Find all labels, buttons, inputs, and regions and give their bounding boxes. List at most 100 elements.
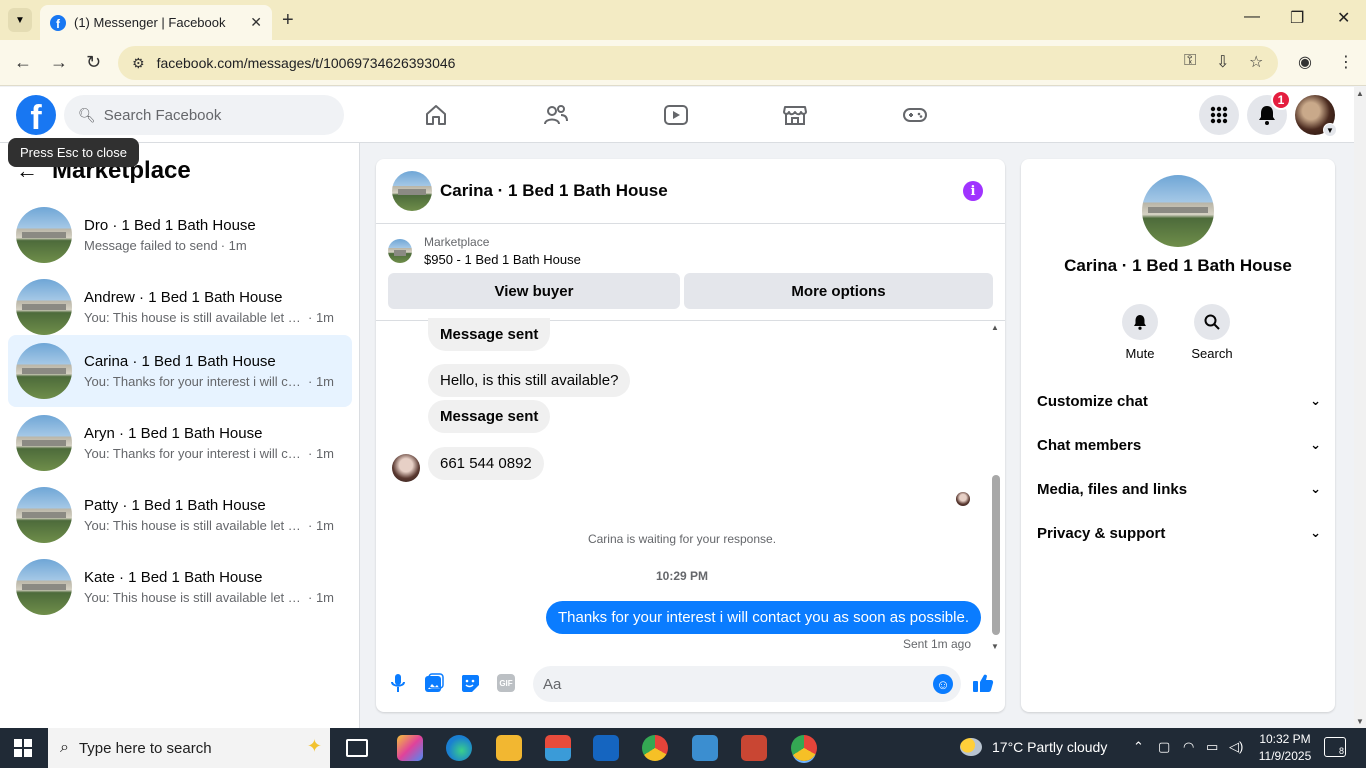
message-input[interactable] [543,675,913,693]
forward-icon[interactable]: → [50,52,68,73]
scroll-up-icon[interactable]: ▲ [991,323,999,332]
weather-widget[interactable]: 17°C Partly cloudy [960,738,1107,756]
device-icon[interactable]: ▢ [1158,739,1170,755]
chevron-down-icon: ⌄ [1310,393,1321,408]
bookmark-star-icon[interactable]: ☆ [1249,52,1263,72]
marketplace-icon[interactable] [780,101,810,129]
notification-center-icon[interactable]: 8 [1324,737,1346,757]
conversation-item[interactable]: Patty · 1 Bed 1 Bath House You: This hou… [8,479,352,551]
tab-search-dropdown-icon[interactable]: ▼ [8,8,32,32]
edge-icon[interactable] [446,735,472,761]
scroll-down-icon[interactable]: ▼ [1356,717,1364,726]
scroll-up-icon[interactable]: ▲ [1356,89,1364,98]
store-icon[interactable] [545,735,571,761]
browser-menu-icon[interactable]: ⋮ [1338,52,1354,72]
chrome-profile-icon[interactable] [642,735,668,761]
site-info-icon[interactable]: ⚙ [132,55,145,72]
view-buyer-button[interactable]: View buyer [388,273,680,309]
media-files-links-row[interactable]: Media, files and links ⌄ [1037,477,1321,501]
profile-icon[interactable]: ◉ [1298,52,1312,72]
battery-icon[interactable]: ▭ [1206,739,1218,755]
conversation-item[interactable]: Aryn · 1 Bed 1 Bath House You: Thanks fo… [8,407,352,479]
gif-icon[interactable]: GIF [497,674,515,692]
omnibox[interactable]: ⚙ facebook.com/messages/t/10069734626393… [118,46,1278,80]
thumbs-up-icon[interactable] [972,672,994,694]
message-bubble[interactable]: Message sent [428,400,551,433]
home-icon[interactable] [421,101,451,129]
sent-status: Sent 1m ago [902,637,971,651]
volume-icon[interactable]: ◁) [1229,739,1243,755]
taskbar-clock[interactable]: 10:32 PM 11/9/2025 [1255,731,1315,765]
search-in-conversation-button[interactable]: Search [1182,304,1242,361]
new-tab-icon[interactable]: + [282,9,294,32]
sticker-icon[interactable] [459,672,481,694]
mute-button[interactable]: Mute [1110,304,1170,361]
back-icon[interactable]: ← [14,52,32,73]
app-icon[interactable] [741,735,767,761]
restore-icon[interactable]: ❐ [1290,8,1304,28]
windows-start-icon[interactable] [14,739,32,757]
my-message-bubble[interactable]: Thanks for your interest i will contact … [545,601,981,634]
message-input-box[interactable]: ☺ [533,666,961,702]
message-bubble[interactable]: Message sent [428,318,551,351]
account-avatar[interactable]: ▼ [1295,95,1337,137]
chat-avatar[interactable] [392,171,432,211]
info-icon[interactable]: i [963,181,983,201]
copilot-sparkle-icon[interactable]: ✦ [307,736,322,757]
conversation-preview: You: Thanks for your interest i will co.… [84,446,305,461]
profile-picture[interactable] [1142,175,1214,247]
copilot-icon[interactable] [397,735,423,761]
facebook-logo-icon[interactable]: f [16,95,56,135]
show-hidden-icons-icon[interactable]: ⌃ [1133,739,1144,755]
conversation-name: Andrew · 1 Bed 1 Bath House [84,289,283,306]
task-view-icon[interactable] [346,739,368,757]
chrome-icon[interactable] [791,735,817,761]
section-label: Chat members [1037,436,1142,454]
conversation-time: · 1m [308,590,334,605]
notification-count: 8 [1338,746,1344,756]
message-bubble[interactable]: 661 544 0892 [428,447,544,480]
conversation-item-active[interactable]: Carina · 1 Bed 1 Bath House You: Thanks … [8,335,352,407]
remote-desktop-icon[interactable] [692,735,718,761]
file-explorer-icon[interactable] [496,735,522,761]
microphone-icon[interactable] [387,672,409,694]
scroll-thumb[interactable] [992,475,1000,635]
photo-icon[interactable] [423,672,445,694]
listing-price: $950 - 1 Bed 1 Bath House [424,252,581,267]
chat-title[interactable]: Carina · 1 Bed 1 Bath House [440,181,668,201]
friends-icon[interactable] [541,101,571,129]
outlook-icon[interactable] [593,735,619,761]
page-scrollbar[interactable]: ▲ ▼ [1354,87,1366,728]
gaming-icon[interactable] [900,101,930,129]
conversation-item[interactable]: Dro · 1 Bed 1 Bath House Message failed … [8,199,352,271]
minimize-icon[interactable]: — [1244,8,1260,26]
scroll-down-icon[interactable]: ▼ [991,642,999,651]
messages-scrollbar[interactable]: ▲ ▼ [991,323,1001,651]
composer: GIF ☺ [376,662,1005,706]
video-icon[interactable] [661,101,691,129]
url-text[interactable]: facebook.com/messages/t/1006973462639304… [157,55,456,71]
close-tab-icon[interactable]: ✕ [250,14,262,31]
menu-grid-icon[interactable] [1199,95,1239,135]
more-options-button[interactable]: More options [684,273,993,309]
conversation-sidebar: ← Marketplace Dro · 1 Bed 1 Bath House M… [0,143,360,728]
chevron-down-icon: ▼ [1323,123,1337,137]
emoji-icon[interactable]: ☺ [933,674,953,694]
install-app-icon[interactable]: ⇩ [1216,52,1229,72]
browser-tab[interactable]: f (1) Messenger | Facebook ✕ [40,5,272,40]
taskbar-search-box[interactable]: ⌕ Type here to search ✦ [48,728,330,768]
conversation-item[interactable]: Andrew · 1 Bed 1 Bath House You: This ho… [8,271,352,343]
password-key-icon[interactable]: ⚿ [1184,52,1196,70]
facebook-search-input[interactable]: 🔍︎ Search Facebook [64,95,344,135]
reload-icon[interactable]: ↻ [86,52,101,73]
message-bubble[interactable]: Hello, is this still available? [428,364,631,397]
window-close-icon[interactable]: ✕ [1337,8,1350,28]
chat-members-row[interactable]: Chat members ⌄ [1037,433,1321,457]
privacy-support-row[interactable]: Privacy & support ⌄ [1037,521,1321,545]
conversation-item[interactable]: Kate · 1 Bed 1 Bath House You: This hous… [8,551,352,623]
wifi-icon[interactable]: ◠ [1183,739,1194,755]
chevron-down-icon: ⌄ [1310,525,1321,540]
section-label: Media, files and links [1037,480,1188,498]
customize-chat-row[interactable]: Customize chat ⌄ [1037,389,1321,413]
weather-icon [960,738,982,756]
